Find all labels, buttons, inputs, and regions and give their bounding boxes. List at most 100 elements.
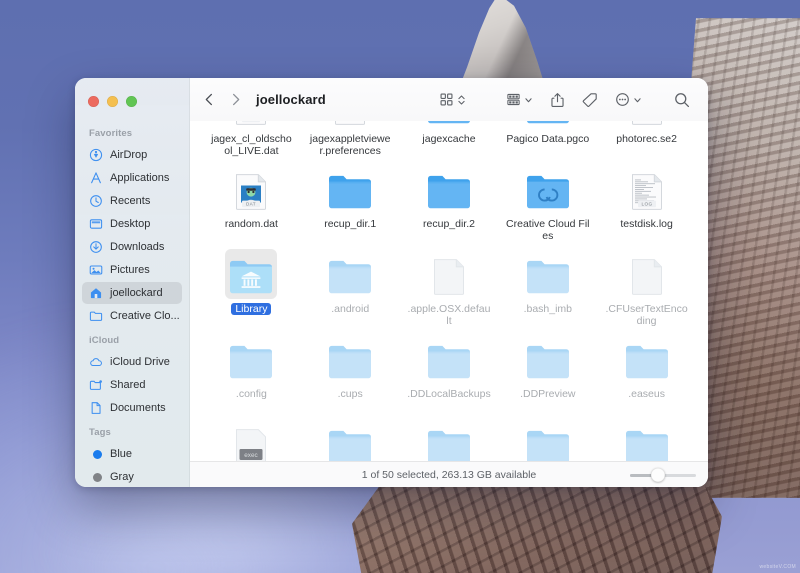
folder-icon [525,121,571,129]
gray-tag-dot-icon [89,470,103,484]
icon-size-slider[interactable] [630,469,696,481]
tags-button[interactable] [577,87,603,113]
watermark: websiteV.COM [760,564,796,570]
share-button[interactable] [545,87,570,113]
file-grid-item[interactable]: .cups [301,332,400,417]
file-icon-container: exec [224,421,278,461]
file-grid-item[interactable]: exec [202,417,301,461]
sidebar-section-icloud-title: iCloud [75,328,189,350]
folder-icon [327,340,373,384]
more-options-button[interactable] [610,87,647,113]
file-grid-item[interactable]: DAT jagex_cl_oldschool_LIVE.dat [202,121,301,162]
sidebar-item-recents[interactable]: Recents [82,190,182,212]
sidebar-item-tag-gray[interactable]: Gray [82,466,182,487]
file-grid-item[interactable] [400,417,499,461]
sidebar-item-label: Documents [110,402,166,414]
file-grid-item[interactable]: DAT random.dat [202,162,301,247]
file-icon-container [422,336,476,384]
file-grid-item[interactable]: .android [301,247,400,332]
forward-button[interactable] [222,87,248,113]
document-icon [89,401,103,415]
file-icon-container [323,121,377,129]
file-name-label: recup_dir.1 [324,218,376,230]
minimize-button[interactable] [107,96,118,107]
file-grid-item[interactable] [301,417,400,461]
sidebar-item-icloud-drive[interactable]: iCloud Drive [82,351,182,373]
file-grid-item[interactable]: .CFUserTextEncoding [597,247,696,332]
file-grid-item[interactable]: .DDLocalBackups [400,332,499,417]
file-grid-item[interactable]: .apple.OSX.default [400,247,499,332]
sidebar-item-desktop[interactable]: Desktop [82,213,182,235]
file-name-label: .DDLocalBackups [407,388,490,400]
sidebar-item-label: Creative Clo... [110,310,180,322]
applications-icon [89,171,103,185]
sidebar-item-creative-cloud[interactable]: Creative Clo... [82,305,182,327]
file-icon-container [323,421,377,461]
file-name-label: .DDPreview [520,388,575,400]
sidebar-item-airdrop[interactable]: AirDrop [82,144,182,166]
recents-clock-icon [89,194,103,208]
file-grid-item[interactable]: jagexcache [400,121,499,162]
chevron-down-icon [633,93,642,107]
file-icon [624,255,670,299]
file-icon-container [521,421,575,461]
airdrop-icon [89,148,103,162]
file-grid-item[interactable]: recup_dir.2 [400,162,499,247]
file-grid-item[interactable]: .easeus [597,332,696,417]
file-grid-item[interactable]: .bash_imb [498,247,597,332]
slider-knob[interactable] [651,468,665,482]
view-mode-icon-grid [439,92,454,107]
file-grid-item[interactable] [498,417,597,461]
search-icon [674,92,690,108]
file-grid-item[interactable]: Library [202,247,301,332]
sidebar-item-joellockard[interactable]: joellockard [82,282,182,304]
file-icon-container [323,166,377,214]
file-grid-scroll-area[interactable]: DAT jagex_cl_oldschool_LIVE.dat jagexapp… [190,121,708,461]
folder-icon [426,425,472,461]
file-grid-item[interactable]: recup_dir.1 [301,162,400,247]
view-mode-icon-grid-button[interactable] [434,87,471,113]
folder-icon [525,255,571,299]
close-button[interactable] [88,96,99,107]
finder-window[interactable]: Favorites AirDrop Applications Recents D… [75,78,708,487]
file-grid-item[interactable]: Pagico Data.pgco [498,121,597,162]
group-by-button[interactable] [501,87,538,113]
file-name-label: .easeus [628,388,665,400]
file-grid-item[interactable]: .config [202,332,301,417]
file-grid-item[interactable]: photorec.se2 [597,121,696,162]
folder-icon [426,340,472,384]
search-button[interactable] [669,87,695,113]
sidebar-item-documents[interactable]: Documents [82,397,182,419]
file-name-label: recup_dir.2 [423,218,475,230]
desktop: websiteV.COM Favorites AirDrop Appli [0,0,800,573]
chevron-down-icon [524,93,533,107]
sidebar-item-tag-blue[interactable]: Blue [82,443,182,465]
file-grid-item[interactable] [597,417,696,461]
page-title: joellockard [256,92,326,107]
file-grid-item[interactable]: Creative Cloud Files [498,162,597,247]
file-grid-item[interactable]: jagexappletviewer.preferences [301,121,400,162]
maximize-button[interactable] [126,96,137,107]
status-bar: 1 of 50 selected, 263.13 GB available [190,461,708,487]
file-grid-item[interactable]: LOG testdisk.log [597,162,696,247]
file-grid-item[interactable]: .DDPreview [498,332,597,417]
file-icon-container [422,251,476,299]
share-icon [550,92,565,108]
sidebar-item-label: Desktop [110,218,150,230]
sidebar-item-shared[interactable]: Shared [82,374,182,396]
sidebar-item-applications[interactable]: Applications [82,167,182,189]
svg-text:exec: exec [245,452,259,459]
file-icon-container [521,251,575,299]
file-name-label: Pagico Data.pgco [506,133,589,145]
file-icon: DAT [228,170,274,214]
file-icon-container [620,251,674,299]
file-icon [624,121,670,129]
folder-icon [525,425,571,461]
sidebar-item-downloads[interactable]: Downloads [82,236,182,258]
traffic-light-buttons[interactable] [75,86,189,121]
file-name-label: random.dat [225,218,278,230]
status-text: 1 of 50 selected, 263.13 GB available [362,469,537,481]
sidebar-item-pictures[interactable]: Pictures [82,259,182,281]
library-folder-icon [228,255,274,299]
back-button[interactable] [196,87,222,113]
